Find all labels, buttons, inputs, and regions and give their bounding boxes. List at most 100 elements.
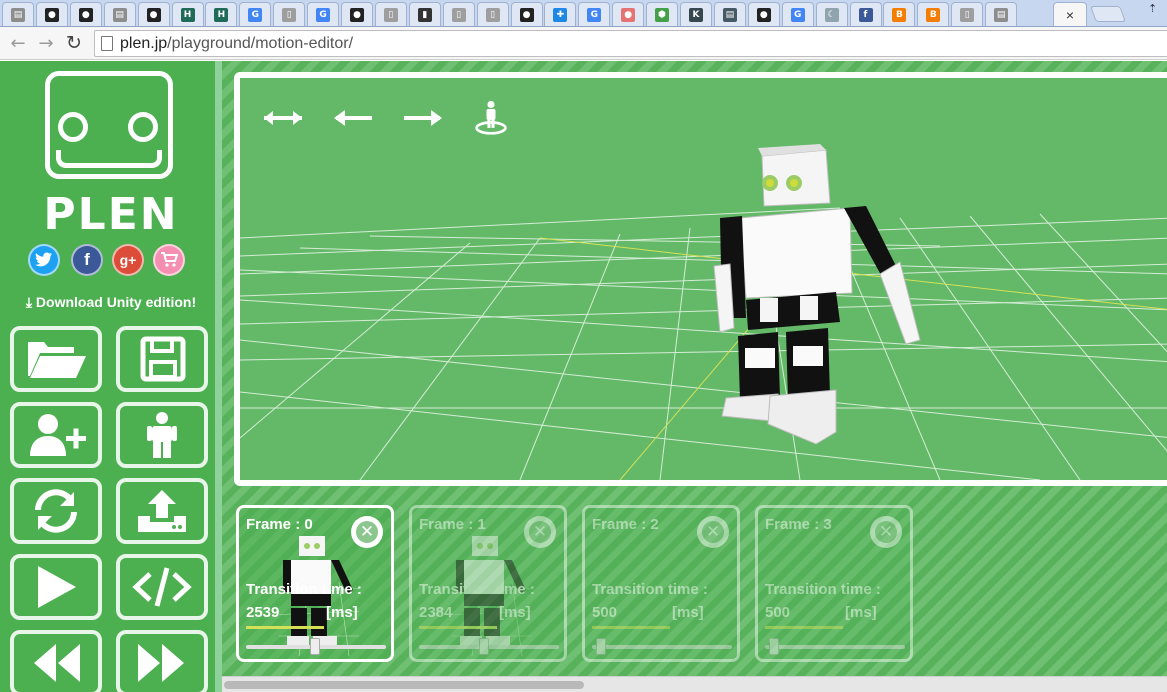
- browser-tab[interactable]: ●: [341, 2, 373, 26]
- fast-forward-button[interactable]: [116, 630, 208, 692]
- browser-tab[interactable]: ●: [747, 2, 780, 26]
- refresh-button[interactable]: [10, 478, 102, 544]
- back-button[interactable]: ←: [6, 31, 30, 55]
- browser-tab[interactable]: K: [680, 2, 712, 26]
- new-tab-button[interactable]: [1090, 6, 1126, 22]
- browser-tab[interactable]: ▤: [2, 2, 34, 26]
- browser-tab[interactable]: G: [578, 2, 611, 26]
- browser-tab[interactable]: ●: [69, 2, 102, 26]
- delete-frame-button[interactable]: ✕: [870, 516, 902, 548]
- frame-title: Frame : 1: [419, 516, 486, 533]
- frame-card[interactable]: Frame : 0 ✕ Transition time : 2539 [ms]: [236, 505, 394, 662]
- browser-tab[interactable]: ▯: [476, 2, 509, 26]
- github-icon: ●: [78, 7, 93, 22]
- rotate-left-arrow-icon[interactable]: [330, 102, 376, 134]
- transition-time-label: Transition time :: [419, 581, 535, 598]
- image-icon: ▤: [994, 7, 1009, 22]
- delete-frame-button[interactable]: ✕: [351, 516, 383, 548]
- browser-tab[interactable]: ●: [612, 2, 645, 26]
- transition-time-value[interactable]: 2384: [419, 604, 452, 621]
- google-icon: G: [790, 7, 805, 22]
- transition-value-underline: [765, 626, 843, 629]
- cart-icon[interactable]: [153, 244, 185, 276]
- frame-card[interactable]: Frame : 2 ✕ Transition time : 500 [ms]: [582, 505, 740, 662]
- browser-tab[interactable]: ⬢: [646, 2, 679, 26]
- delete-frame-button[interactable]: ✕: [697, 516, 729, 548]
- scrollbar-thumb[interactable]: [224, 681, 584, 689]
- google-plus-icon[interactable]: g+: [112, 244, 144, 276]
- browser-tab[interactable]: ▤: [713, 2, 746, 26]
- slider-knob[interactable]: [479, 638, 490, 655]
- browser-tab[interactable]: ☾: [815, 2, 848, 26]
- browser-tab[interactable]: H: [205, 2, 238, 26]
- browser-tab[interactable]: ▮: [408, 2, 441, 26]
- 3d-viewport[interactable]: [234, 72, 1167, 486]
- transition-time-slider[interactable]: [419, 638, 559, 655]
- forward-button[interactable]: →: [34, 31, 58, 55]
- browser-tab[interactable]: B: [883, 2, 916, 26]
- image-icon: ▤: [112, 7, 127, 22]
- browser-tabstrip: ⇡ ▤ ● ● ▤ ● H H G ▯ G ● ▯ ▮ ▯ ▯ ● ✚ G ● ⬢ K ▤ ● G ☾ f B B ▯ ▤ ×: [0, 0, 1167, 27]
- upload-button[interactable]: [116, 478, 208, 544]
- folder-open-icon: [28, 342, 86, 378]
- code-button[interactable]: [116, 554, 208, 620]
- transition-time-value[interactable]: 2539: [246, 604, 279, 621]
- browser-tab[interactable]: ▯: [442, 2, 475, 26]
- browser-tab[interactable]: ▯: [951, 2, 984, 26]
- browser-tab[interactable]: ▤: [985, 2, 1018, 26]
- frame-card[interactable]: Frame : 3 ✕ Transition time : 500 [ms]: [755, 505, 913, 662]
- twitter-icon[interactable]: [28, 244, 60, 276]
- transition-time-value[interactable]: 500: [765, 604, 790, 621]
- blogger-icon: B: [926, 7, 941, 22]
- model-button[interactable]: [116, 402, 208, 468]
- active-browser-tab[interactable]: ×: [1053, 2, 1087, 26]
- slider-knob[interactable]: [769, 638, 780, 655]
- browser-tab[interactable]: ●: [510, 2, 543, 26]
- browser-tab[interactable]: ▯: [273, 2, 306, 26]
- h-icon: H: [180, 7, 195, 22]
- window-controls[interactable]: ⇡: [1148, 2, 1157, 15]
- open-file-button[interactable]: [10, 326, 102, 392]
- delete-frame-button[interactable]: ✕: [524, 516, 556, 548]
- facebook-icon[interactable]: f: [71, 244, 103, 276]
- facebook-icon: f: [858, 7, 873, 22]
- browser-tab[interactable]: G: [307, 2, 340, 26]
- page-icon: ▯: [960, 7, 975, 22]
- reset-pose-icon[interactable]: [468, 100, 514, 135]
- transition-time-slider[interactable]: [765, 638, 905, 655]
- reload-button[interactable]: ↻: [62, 31, 86, 55]
- save-button[interactable]: [116, 326, 208, 392]
- add-user-button[interactable]: [10, 402, 102, 468]
- rotate-both-arrow-icon[interactable]: [260, 102, 306, 134]
- transition-time-value[interactable]: 500: [592, 604, 617, 621]
- browser-tab[interactable]: ✚: [544, 2, 577, 26]
- download-unity-link[interactable]: ⤓ Download Unity edition!: [0, 294, 220, 311]
- browser-tab[interactable]: G: [781, 2, 814, 26]
- transition-time-label: Transition time :: [592, 581, 708, 598]
- rotate-right-arrow-icon[interactable]: [400, 102, 446, 134]
- image-icon: ▤: [11, 7, 25, 22]
- horizontal-scrollbar[interactable]: [222, 676, 1167, 692]
- rewind-button[interactable]: [10, 630, 102, 692]
- play-button[interactable]: [10, 554, 102, 620]
- rewind-icon: [34, 644, 80, 682]
- browser-tab[interactable]: ▤: [103, 2, 136, 26]
- browser-tab[interactable]: ▯: [374, 2, 407, 26]
- download-icon: ⤓: [25, 294, 36, 310]
- browser-tab[interactable]: f: [849, 2, 882, 26]
- transition-time-slider[interactable]: [592, 638, 732, 655]
- browser-tab[interactable]: H: [171, 2, 204, 26]
- browser-tab[interactable]: B: [917, 2, 950, 26]
- slider-knob[interactable]: [596, 638, 607, 655]
- browser-tab[interactable]: G: [239, 2, 272, 26]
- address-bar[interactable]: plen.jp/playground/motion-editor/: [94, 30, 1167, 57]
- k-icon: K: [689, 7, 703, 22]
- slider-knob[interactable]: [310, 638, 321, 655]
- browser-tab[interactable]: ●: [35, 2, 68, 26]
- transition-time-slider[interactable]: [246, 638, 386, 655]
- robot-scene[interactable]: [240, 78, 1167, 480]
- close-tab-icon[interactable]: ×: [1066, 7, 1074, 23]
- browser-tab[interactable]: ●: [137, 2, 170, 26]
- browser-toolbar: ← → ↻ plen.jp/playground/motion-editor/: [0, 27, 1167, 60]
- frame-card[interactable]: Frame : 1 ✕ Transition time : 2384 [ms]: [409, 505, 567, 662]
